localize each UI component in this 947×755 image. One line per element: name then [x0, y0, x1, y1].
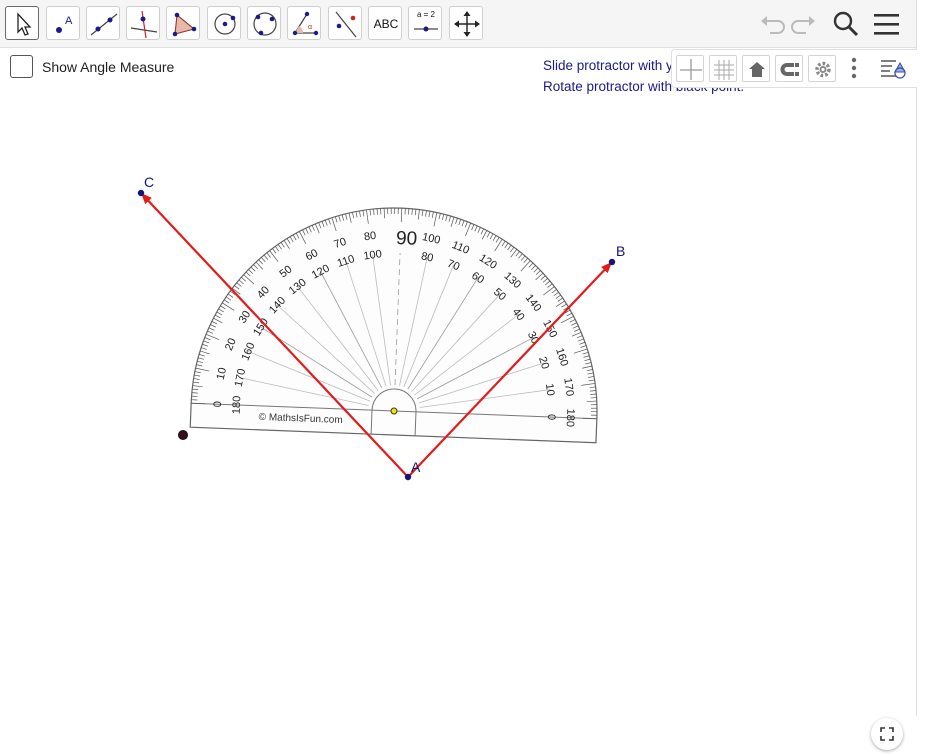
protractor-outer-number: 80 [363, 230, 377, 244]
construction-canvas[interactable]: 0180101702016030150401405013060120701108… [0, 48, 916, 716]
geogebra-app: A [0, 0, 917, 716]
toolbar: A [0, 0, 916, 48]
point-b-label: B [616, 243, 625, 259]
slide-protractor-point[interactable] [391, 408, 397, 414]
circle-through-three-points-tool[interactable] [247, 6, 281, 40]
point-icon: A [47, 7, 81, 41]
checkbox-label: Show Angle Measure [42, 59, 174, 75]
settings-icon [809, 56, 837, 83]
standard-view-button[interactable] [742, 55, 770, 82]
text-tool-label: ABC [369, 7, 403, 41]
menu-icon[interactable] [871, 8, 903, 40]
angle-tool[interactable]: α [287, 6, 321, 40]
settings-button[interactable] [808, 55, 836, 82]
protractor-inner-number: 80 [420, 250, 435, 264]
point-a-label: A [411, 459, 421, 475]
line-tool[interactable] [86, 6, 120, 40]
slider-tool[interactable]: a = 2 [408, 6, 442, 40]
line-through-points-icon [87, 7, 121, 41]
protractor-image[interactable]: 0180101702016030150401405013060120701108… [190, 200, 604, 442]
more-options-button[interactable] [840, 55, 868, 82]
protractor-outer-number: 0 [212, 401, 224, 408]
protractor-center-label: 90 [396, 228, 418, 250]
cursor-arrow-icon [6, 7, 40, 41]
fullscreen-icon [871, 718, 903, 750]
toggle-style-bar-icon [878, 55, 910, 82]
protractor-tick [387, 208, 388, 214]
protractor-outer-number: 170 [561, 377, 575, 397]
circle-three-points-icon [248, 7, 282, 41]
protractor-inner-number: 100 [363, 248, 383, 262]
graphics-view[interactable]: 0180101702016030150401405013060120701108… [0, 48, 916, 716]
point-b[interactable] [609, 259, 615, 265]
protractor-tick [391, 208, 392, 214]
style-bar [671, 49, 917, 88]
polygon-icon [167, 7, 201, 41]
grid-icon [710, 56, 738, 83]
protractor-inner-number: 180 [231, 396, 244, 415]
undo-icon[interactable] [756, 8, 788, 40]
svg-text:A: A [65, 15, 73, 27]
protractor-inner-number: 10 [543, 383, 557, 397]
more-icon [840, 55, 868, 82]
point-c-label: C [144, 174, 154, 190]
point-tool[interactable]: A [46, 6, 80, 40]
checkbox-box[interactable] [10, 55, 33, 78]
search-icon[interactable] [830, 8, 862, 40]
perpendicular-line-icon [127, 7, 161, 41]
redo-icon[interactable] [788, 8, 820, 40]
fullscreen-button[interactable] [871, 718, 903, 750]
move-tool[interactable] [5, 6, 39, 40]
protractor-tick [591, 408, 597, 409]
axes-toggle[interactable] [676, 55, 704, 82]
toggle-style-bar-button[interactable] [878, 55, 906, 82]
angle-icon: α [288, 7, 322, 41]
grid-toggle[interactable] [709, 55, 737, 82]
move-arrows-icon [450, 7, 484, 41]
circle-tool[interactable] [207, 6, 241, 40]
slider-tool-label: a = 2 [409, 10, 443, 19]
perpendicular-line-tool[interactable] [126, 6, 160, 40]
svg-text:α: α [308, 24, 312, 31]
protractor-outer-number: 10 [215, 367, 229, 382]
home-icon [743, 56, 771, 83]
move-graphics-view-tool[interactable] [449, 6, 483, 40]
point-capturing-button[interactable] [775, 55, 803, 82]
protractor-tick [591, 404, 597, 405]
reflect-about-line-icon [329, 7, 363, 41]
point-c[interactable] [138, 190, 144, 196]
axes-icon [677, 56, 705, 83]
point-capturing-icon [776, 56, 804, 83]
protractor-inner-number: 0 [545, 414, 557, 421]
reflect-tool[interactable] [328, 6, 362, 40]
rotate-protractor-point[interactable] [179, 431, 188, 440]
circle-center-point-icon [208, 7, 242, 41]
protractor-outer-number: 180 [564, 408, 577, 427]
polygon-tool[interactable] [166, 6, 200, 40]
text-tool[interactable]: ABC [368, 6, 402, 40]
